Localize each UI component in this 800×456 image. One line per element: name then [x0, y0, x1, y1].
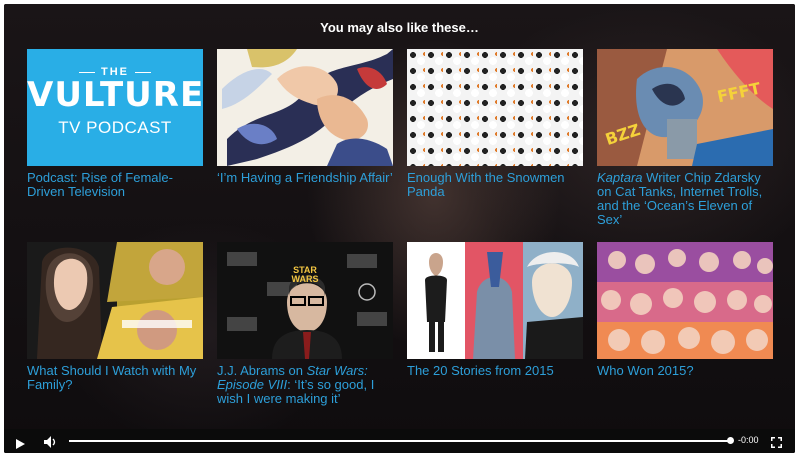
progress-scrubber[interactable]: [727, 437, 734, 444]
progress-bar[interactable]: [69, 440, 733, 442]
thumbnail-sub-text: TV PODCAST: [58, 118, 172, 137]
play-icon[interactable]: [16, 436, 25, 453]
recommendation-card[interactable]: THE VULTURE TV PODCAST Podcast: Rise of …: [27, 49, 203, 199]
twenty-stories-thumbnail[interactable]: [407, 242, 583, 359]
family-tv-thumbnail[interactable]: [27, 242, 203, 359]
caption-text: J.J. Abrams on: [217, 363, 307, 378]
overlay-title: You may also like these…: [320, 20, 479, 35]
caption-italic: Kaptara: [597, 170, 643, 185]
time-remaining: -0:00: [738, 435, 759, 445]
friendship-illustration-thumbnail[interactable]: [217, 49, 393, 166]
card-link[interactable]: The 20 Stories from 2015: [407, 364, 583, 378]
card-link[interactable]: J.J. Abrams on Star Wars: Episode VIII: …: [217, 364, 393, 406]
who-won-2015-thumbnail[interactable]: [597, 242, 773, 359]
volume-icon[interactable]: [44, 435, 57, 453]
recommendation-card[interactable]: Enough With the Snowmen Panda: [407, 49, 583, 199]
card-link[interactable]: Kaptara Writer Chip Zdarsky on Cat Tanks…: [597, 171, 773, 227]
jj-abrams-thumbnail[interactable]: STAR WARS: [217, 242, 393, 359]
card-link[interactable]: What Should I Watch with My Family?: [27, 364, 203, 392]
recommendation-card[interactable]: The 20 Stories from 2015: [407, 242, 583, 378]
thumbnail-the-text: THE: [27, 49, 203, 78]
recommendation-card[interactable]: STAR WARS J.J. Abrams on Star Wars: Epis…: [217, 242, 393, 406]
vulture-podcast-thumbnail[interactable]: THE VULTURE TV PODCAST: [27, 49, 203, 166]
recommendation-card[interactable]: Who Won 2015?: [597, 242, 773, 378]
star-wars-logo: STAR WARS: [291, 265, 319, 284]
snowmen-panda-thumbnail[interactable]: [407, 49, 583, 166]
card-link[interactable]: Who Won 2015?: [597, 364, 773, 378]
fullscreen-icon[interactable]: [771, 435, 782, 453]
recommendation-card[interactable]: What Should I Watch with My Family?: [27, 242, 203, 392]
card-link[interactable]: ‘I’m Having a Friendship Affair’: [217, 171, 393, 185]
player-controls: -0:00: [4, 429, 795, 453]
thumbnail-brand-text: VULTURE: [27, 75, 203, 115]
card-link[interactable]: Enough With the Snowmen Panda: [407, 171, 583, 199]
recommendation-card[interactable]: BZZ FFFT Kaptara Writer Chip Zdarsky on …: [597, 49, 773, 227]
recommendation-grid: THE VULTURE TV PODCAST Podcast: Rise of …: [27, 49, 777, 424]
kaptara-comic-thumbnail[interactable]: BZZ FFFT: [597, 49, 773, 166]
card-link[interactable]: Podcast: Rise of Female-Driven Televisio…: [27, 171, 203, 199]
recommendation-card[interactable]: ‘I’m Having a Friendship Affair’: [217, 49, 393, 185]
video-player: You may also like these… THE VULTURE TV …: [4, 4, 795, 453]
